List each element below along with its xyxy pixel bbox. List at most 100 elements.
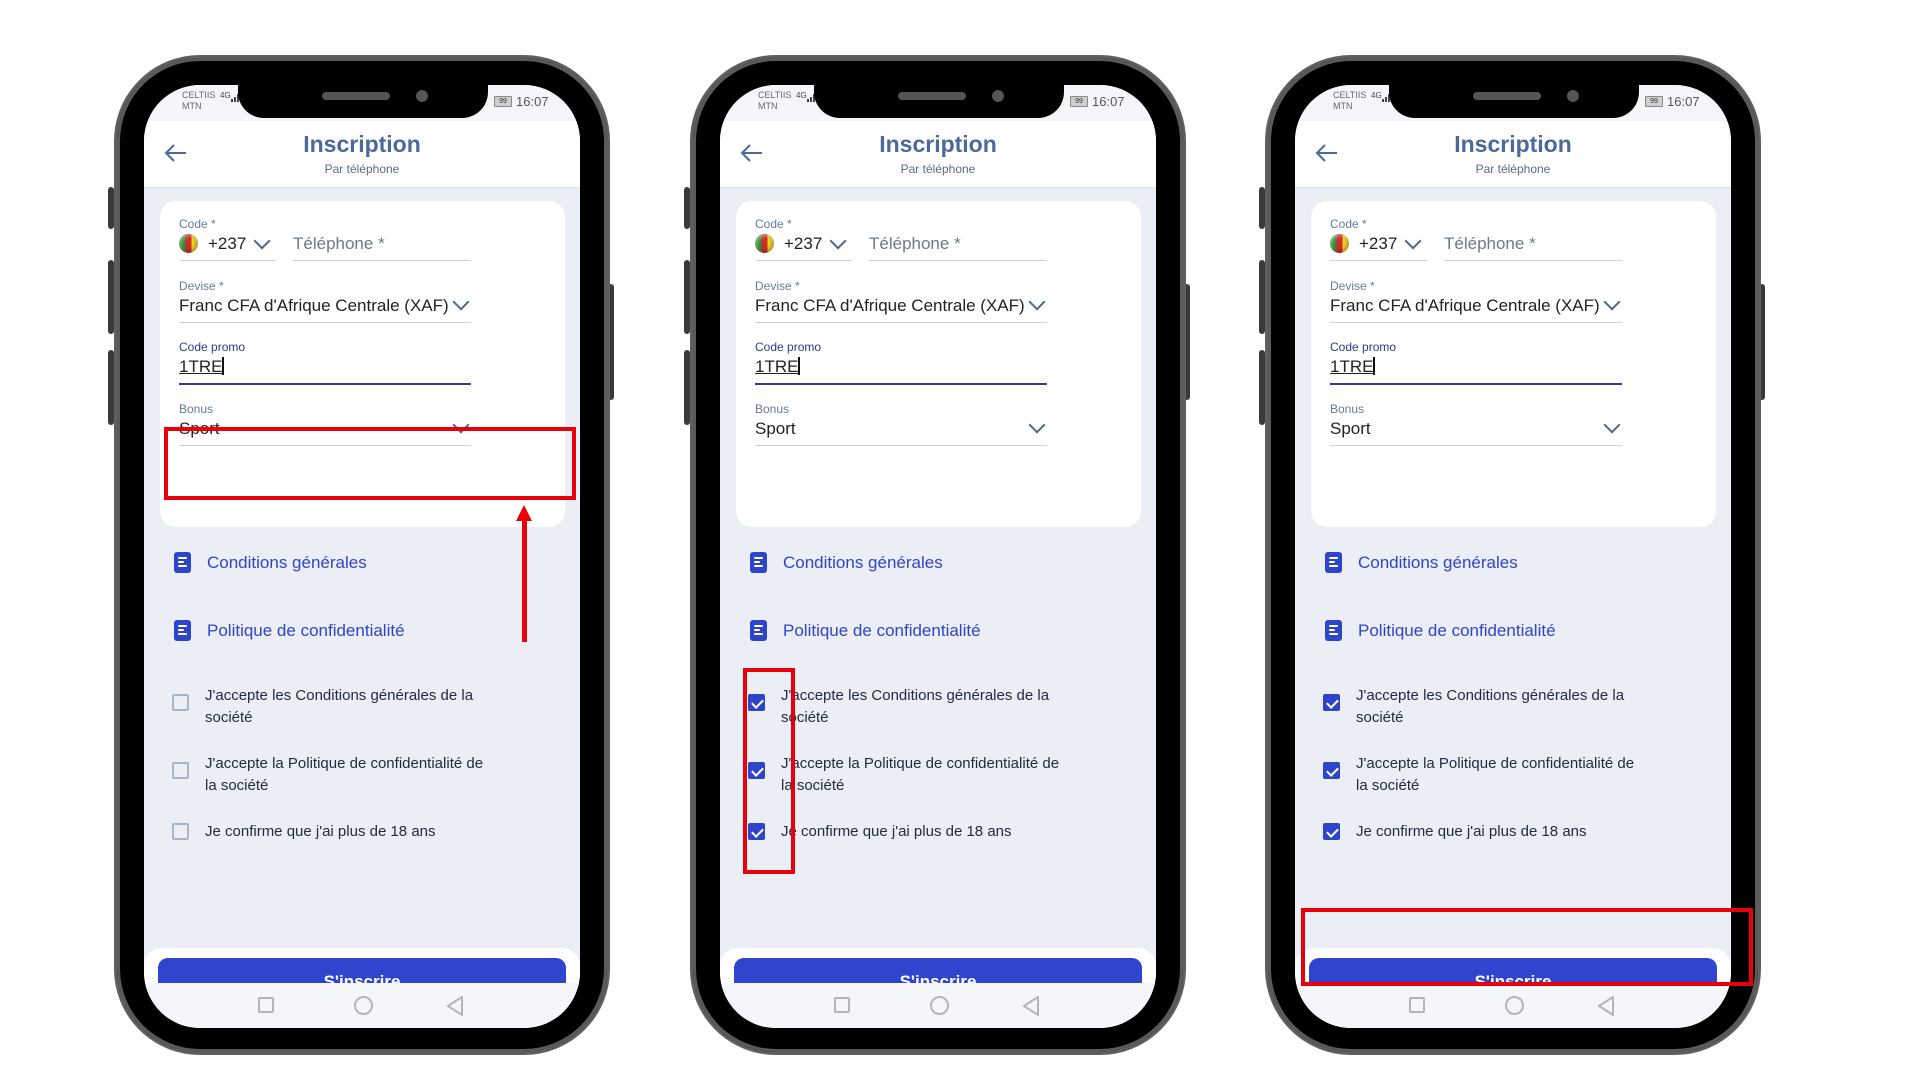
check-privacy[interactable]: J'accepte la Politique de confidentialit… — [748, 753, 1071, 797]
link-privacy[interactable]: Politique de confidentialité — [174, 620, 405, 641]
currency-select[interactable]: Franc CFA d'Afrique Centrale (XAF) — [1330, 296, 1600, 316]
android-nav-bar — [1295, 983, 1731, 1028]
carrier-label: CELTIIS MTN — [182, 90, 215, 112]
link-label: Politique de confidentialité — [207, 620, 405, 640]
promo-input[interactable]: 1TRE — [1330, 357, 1375, 377]
promo-value: 1TRE — [755, 357, 799, 376]
bonus-select[interactable]: Sport — [1330, 419, 1371, 439]
phone-screen: CELTIIS MTN 4G 99 16:07 Inscription Par … — [144, 85, 580, 1028]
chevron-down-icon[interactable] — [829, 232, 847, 250]
check-terms[interactable]: J'accepte les Conditions générales de la… — [748, 685, 1071, 729]
bonus-underline — [1330, 445, 1622, 446]
checkbox[interactable] — [172, 823, 189, 840]
check-label: J'accepte la Politique de confidentialit… — [205, 755, 484, 794]
bonus-label: Bonus — [1330, 402, 1365, 416]
promo-label: Code promo — [179, 340, 246, 354]
promo-underline — [179, 383, 471, 385]
country-code-select[interactable]: +237 — [784, 234, 822, 254]
carrier-1: CELTIIS — [182, 90, 216, 100]
checkbox[interactable] — [1323, 762, 1340, 779]
promo-input[interactable]: 1TRE — [179, 357, 224, 377]
check-privacy[interactable]: J'accepte la Politique de confidentialit… — [1323, 753, 1646, 797]
chevron-down-icon[interactable] — [1404, 232, 1422, 250]
cameroon-flag-icon — [179, 234, 198, 253]
status-time: 16:07 — [1667, 94, 1700, 109]
document-icon — [174, 620, 191, 641]
phone-input[interactable]: Téléphone * — [869, 234, 961, 254]
check-terms[interactable]: J'accepte les Conditions générales de la… — [172, 685, 495, 729]
chevron-down-icon[interactable] — [1603, 293, 1621, 311]
document-icon — [1325, 552, 1342, 573]
home-icon[interactable] — [354, 996, 373, 1015]
check-privacy[interactable]: J'accepte la Politique de confidentialit… — [172, 753, 495, 797]
home-icon[interactable] — [1505, 996, 1524, 1015]
link-conditions[interactable]: Conditions générales — [1325, 552, 1518, 573]
phone-mockup: CELTIIS MTN 4G 99 16:07 Inscription Par … — [108, 55, 614, 1055]
currency-label: Devise * — [179, 279, 224, 293]
currency-select[interactable]: Franc CFA d'Afrique Centrale (XAF) — [179, 296, 449, 316]
carrier-2: MTN — [758, 101, 778, 111]
check-age[interactable]: Je confirme que j'ai plus de 18 ans — [172, 821, 495, 843]
chevron-down-icon[interactable] — [1028, 416, 1046, 434]
app-header: Inscription Par téléphone — [144, 121, 580, 188]
highlight-bonus — [164, 427, 576, 500]
checkbox[interactable] — [172, 694, 189, 711]
link-privacy[interactable]: Politique de confidentialité — [750, 620, 981, 641]
link-conditions[interactable]: Conditions générales — [174, 552, 367, 573]
link-privacy[interactable]: Politique de confidentialité — [1325, 620, 1556, 641]
link-label: Politique de confidentialité — [783, 620, 981, 640]
document-icon — [174, 552, 191, 573]
country-code-select[interactable]: +237 — [1359, 234, 1397, 254]
check-label: J'accepte la Politique de confidentialit… — [781, 755, 1060, 794]
checkbox[interactable] — [1323, 823, 1340, 840]
phone-underline — [1444, 260, 1622, 261]
page-subtitle: Par téléphone — [324, 162, 400, 176]
link-label: Politique de confidentialité — [1358, 620, 1556, 640]
cameroon-flag-icon — [1330, 234, 1349, 253]
highlight-checkboxes — [743, 668, 795, 874]
recent-apps-icon[interactable] — [1409, 997, 1425, 1013]
chevron-down-icon[interactable] — [452, 293, 470, 311]
phone-underline — [293, 260, 471, 261]
country-code-select[interactable]: +237 — [208, 234, 246, 254]
phone-input[interactable]: Téléphone * — [293, 234, 385, 254]
link-label: Conditions générales — [207, 552, 367, 572]
phone-mockup: CELTIIS MTN 4G 99 16:07 Inscription Par … — [1259, 55, 1765, 1055]
app-header: Inscription Par téléphone — [1295, 121, 1731, 188]
form-card: Code * +237 Téléphone * Devise * Franc C… — [736, 201, 1141, 527]
page-title: Inscription — [303, 131, 421, 157]
check-age[interactable]: Je confirme que j'ai plus de 18 ans — [1323, 821, 1646, 843]
nav-back-icon[interactable] — [1597, 996, 1615, 1016]
chevron-down-icon[interactable] — [1603, 416, 1621, 434]
link-conditions[interactable]: Conditions générales — [750, 552, 943, 573]
phone-underline — [869, 260, 1047, 261]
status-time: 16:07 — [1092, 94, 1125, 109]
recent-apps-icon[interactable] — [834, 997, 850, 1013]
nav-back-icon[interactable] — [1022, 996, 1040, 1016]
promo-value: 1TRE — [179, 357, 223, 376]
form-card: Code * +237 Téléphone * Devise * Franc C… — [1311, 201, 1716, 527]
speaker — [322, 92, 390, 100]
carrier-2: MTN — [182, 101, 202, 111]
checkbox[interactable] — [1323, 694, 1340, 711]
phone-screen: CELTIIS MTN 4G 99 16:07 Inscription Par … — [720, 85, 1156, 1028]
bonus-label: Bonus — [755, 402, 790, 416]
chevron-down-icon[interactable] — [253, 232, 271, 250]
phone-input[interactable]: Téléphone * — [1444, 234, 1536, 254]
bonus-select[interactable]: Sport — [755, 419, 796, 439]
check-label: J'accepte les Conditions générales de la… — [1356, 687, 1625, 726]
check-label: Je confirme que j'ai plus de 18 ans — [1356, 823, 1587, 840]
chevron-down-icon[interactable] — [1028, 293, 1046, 311]
home-icon[interactable] — [930, 996, 949, 1015]
promo-input[interactable]: 1TRE — [755, 357, 800, 377]
code-underline — [1330, 260, 1427, 261]
highlight-submit — [1301, 908, 1753, 986]
check-age[interactable]: Je confirme que j'ai plus de 18 ans — [748, 821, 1071, 843]
recent-apps-icon[interactable] — [258, 997, 274, 1013]
currency-select[interactable]: Franc CFA d'Afrique Centrale (XAF) — [755, 296, 1025, 316]
nav-back-icon[interactable] — [446, 996, 464, 1016]
checkbox[interactable] — [172, 762, 189, 779]
check-terms[interactable]: J'accepte les Conditions générales de la… — [1323, 685, 1646, 729]
battery-icon: 99 — [494, 96, 512, 107]
page-subtitle: Par téléphone — [900, 162, 976, 176]
